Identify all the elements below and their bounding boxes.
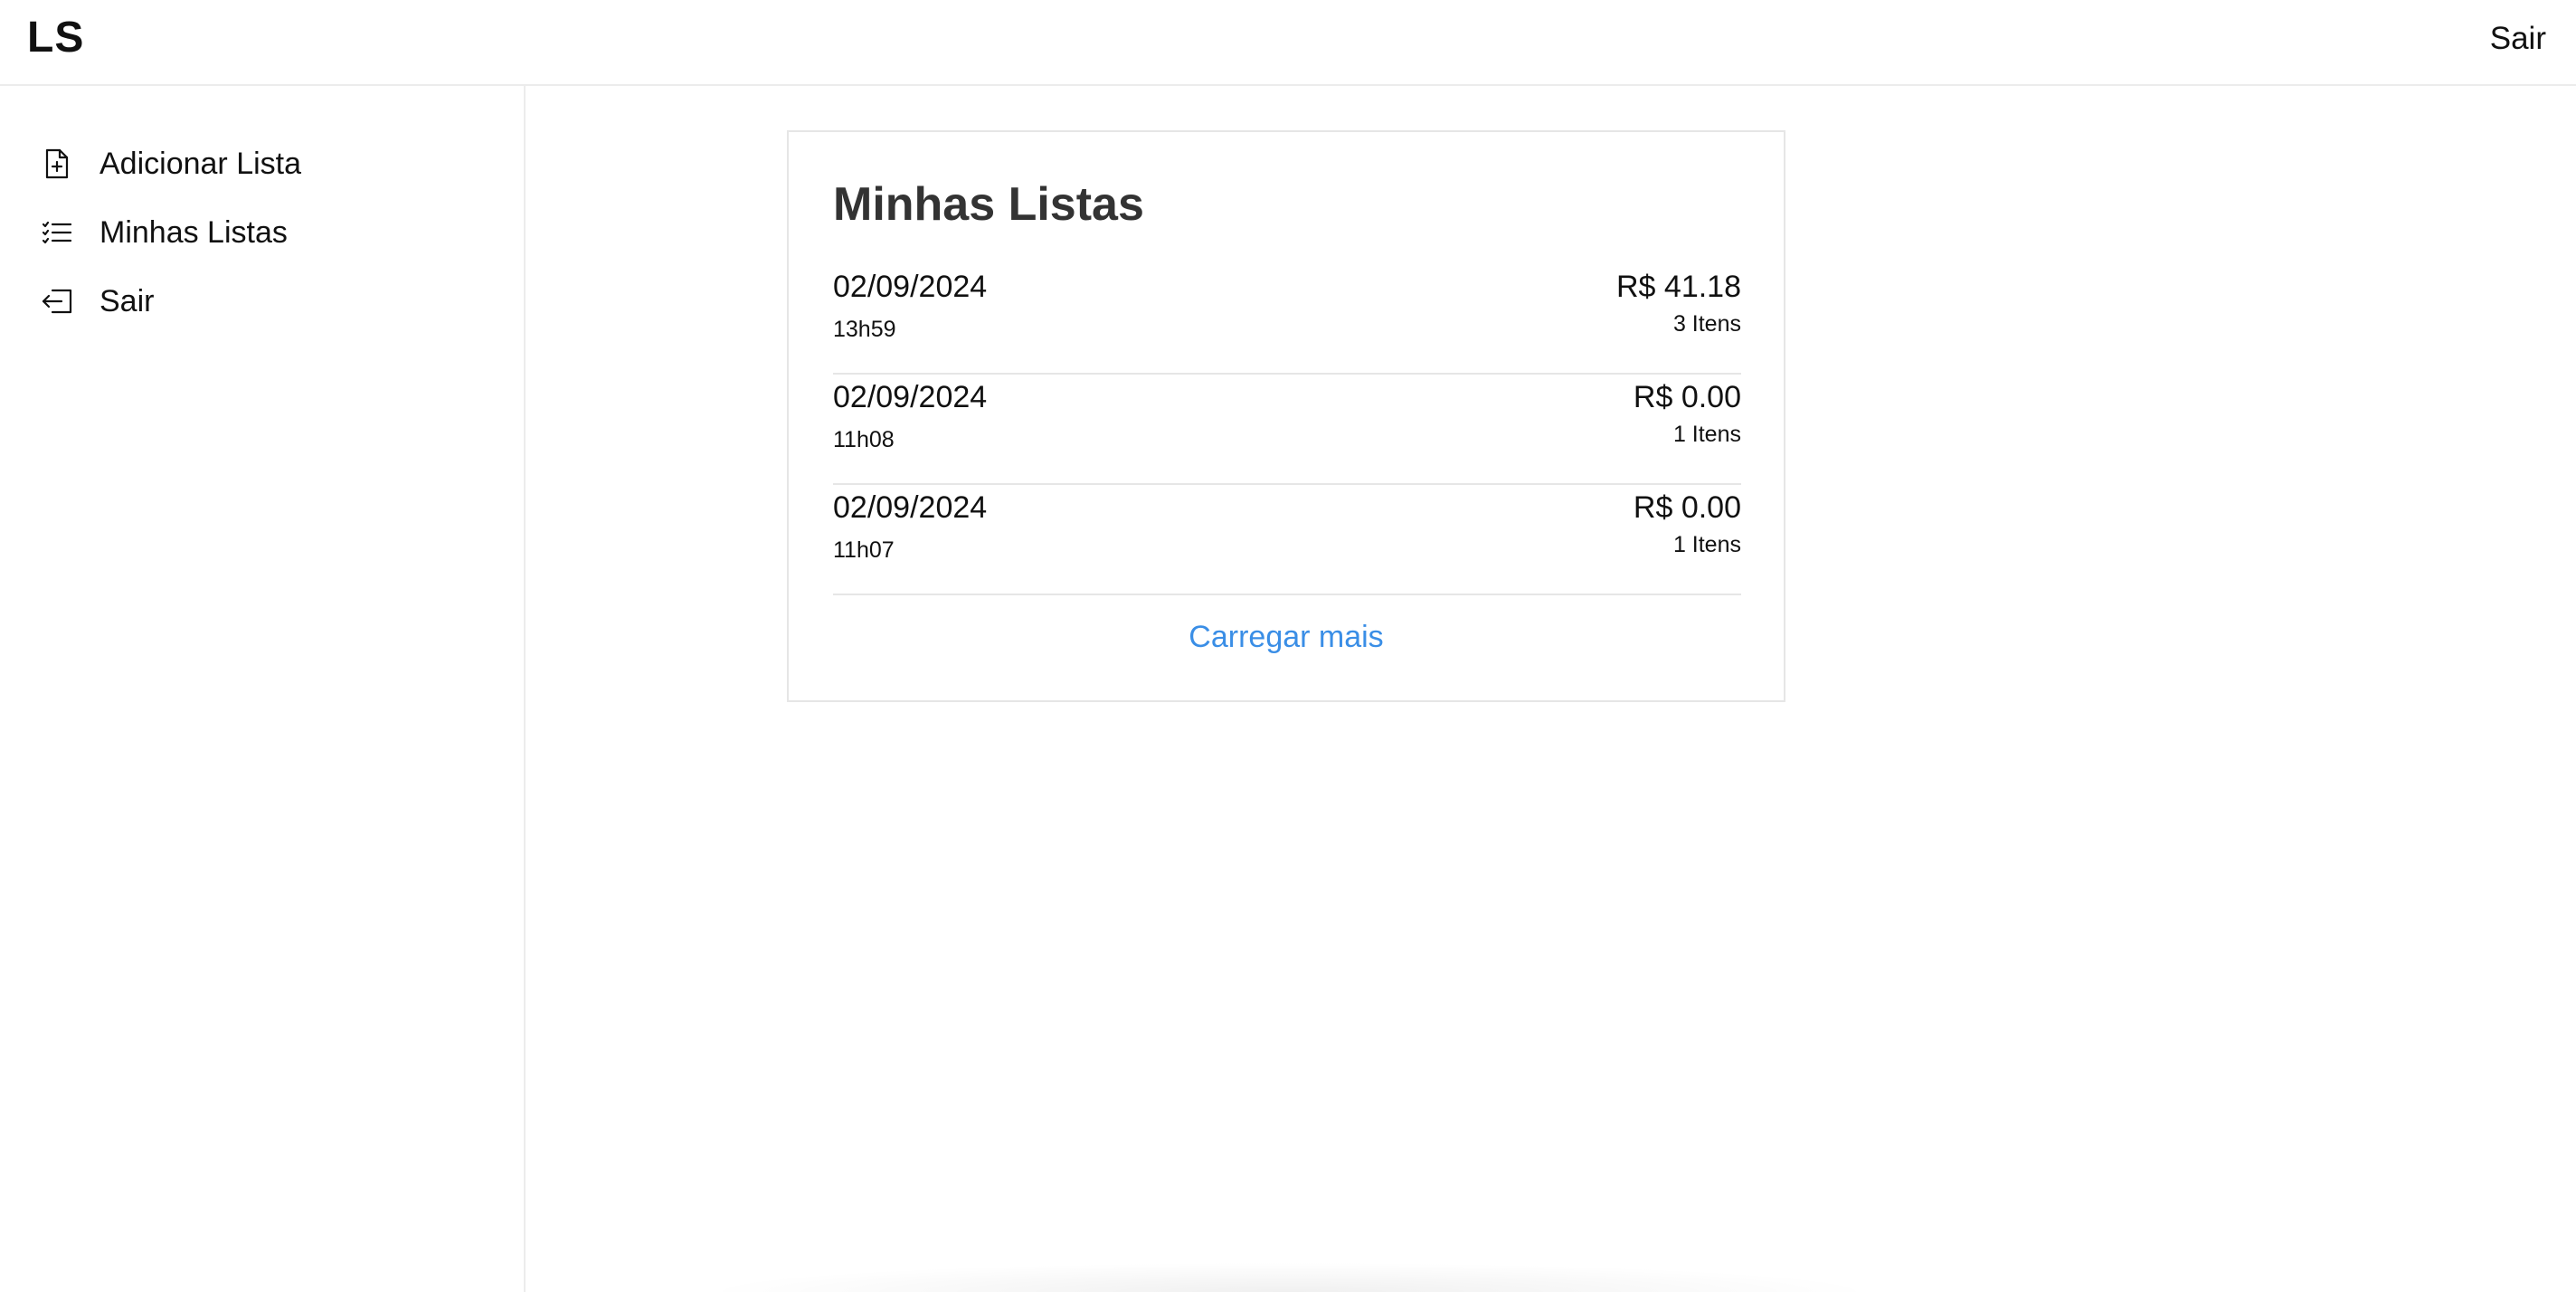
list-item-count: 1 Itens	[1672, 422, 1741, 447]
list-price: R$ 0.00	[1633, 380, 1741, 414]
header-logout-button[interactable]: Sair	[2490, 18, 2546, 60]
app-logo[interactable]: LS	[27, 11, 84, 65]
list-time: 11h08	[833, 427, 895, 452]
page-title: Minhas Listas	[833, 178, 1144, 231]
sidebar-item-logout[interactable]: Sair	[40, 274, 154, 328]
list-price: R$ 0.00	[1633, 490, 1741, 525]
load-more-button[interactable]: Carregar mais	[789, 617, 1784, 657]
list-item-count: 1 Itens	[1672, 532, 1741, 557]
sidebar-item-my-lists[interactable]: Minhas Listas	[40, 205, 288, 260]
file-plus-icon	[40, 147, 74, 181]
sidebar: Adicionar Lista Minhas Listas Sair	[0, 86, 526, 1292]
list-date: 02/09/2024	[833, 270, 988, 304]
list-date: 02/09/2024	[833, 490, 988, 525]
logout-icon	[40, 284, 74, 318]
bottom-shadow	[696, 1262, 1881, 1292]
sidebar-item-label: Adicionar Lista	[99, 147, 302, 181]
top-header: LS Sair	[0, 0, 2576, 86]
list-date: 02/09/2024	[833, 380, 988, 414]
list-time: 11h07	[833, 537, 895, 563]
list-item[interactable]: 02/09/2024 11h08 R$ 0.00 1 Itens	[833, 375, 1741, 485]
list-item-count: 3 Itens	[1672, 311, 1741, 337]
list-item[interactable]: 02/09/2024 13h59 R$ 41.18 3 Itens	[833, 264, 1741, 375]
list-price: R$ 41.18	[1616, 270, 1741, 304]
sidebar-item-label: Minhas Listas	[99, 215, 288, 250]
sidebar-item-label: Sair	[99, 284, 155, 318]
list-checks-icon	[40, 215, 74, 250]
list-item[interactable]: 02/09/2024 11h07 R$ 0.00 1 Itens	[833, 485, 1741, 595]
sidebar-item-add-list[interactable]: Adicionar Lista	[40, 137, 301, 191]
lists-card: Minhas Listas 02/09/2024 13h59 R$ 41.18 …	[787, 130, 1785, 702]
list-time: 13h59	[833, 317, 896, 342]
